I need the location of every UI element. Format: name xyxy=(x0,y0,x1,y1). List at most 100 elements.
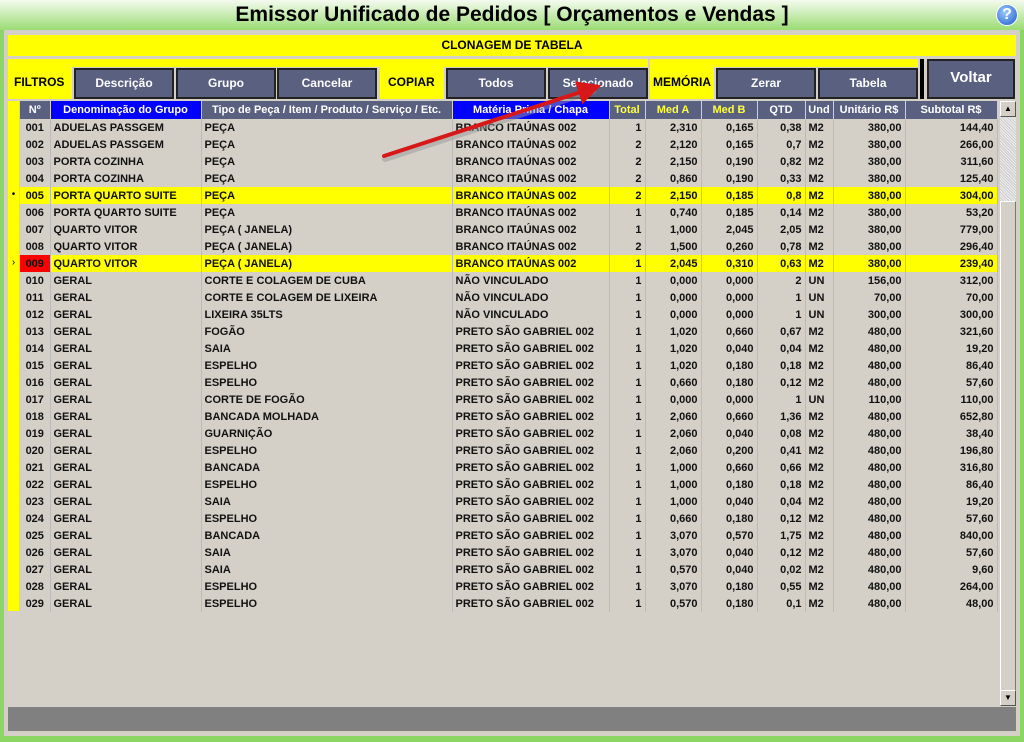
table-row[interactable]: 002 ADUELAS PASSGEM PEÇA BRANCO ITAÚNAS 002… xyxy=(20,136,998,153)
table-row[interactable]: 029 GERAL ESPELHO PRETO SÃO GABRIEL 002 1 0,5… xyxy=(20,595,998,612)
cell-und: M2 xyxy=(805,510,834,527)
window-title: Emissor Unificado de Pedidos [ Orçamento… xyxy=(235,3,789,26)
cell-qtd: 0,78 xyxy=(757,238,806,255)
cell-unitario: 480,00 xyxy=(833,323,906,340)
voltar-button[interactable]: Voltar xyxy=(927,59,1015,99)
scroll-down-icon[interactable]: ▼ xyxy=(1000,690,1016,706)
table-row[interactable]: 019 GERAL GUARNIÇÃO PRETO SÃO GABRIEL 002 1 2… xyxy=(20,425,998,442)
cell-materia: BRANCO ITAÚNAS 002 xyxy=(452,136,610,153)
cell-denominacao: PORTA COZINHA xyxy=(50,153,202,170)
cell-und: M2 xyxy=(805,119,834,136)
cell-tipo: SAIA xyxy=(201,561,453,578)
column-header-total[interactable]: Total xyxy=(609,101,646,119)
column-header-med-b[interactable]: Med B xyxy=(701,101,758,119)
cell-denominacao: GERAL xyxy=(50,425,202,442)
cancelar-button[interactable]: Cancelar xyxy=(277,68,377,99)
cell-unitario: 480,00 xyxy=(833,408,906,425)
cell-materia: NÃO VINCULADO xyxy=(452,289,610,306)
table-row[interactable]: 010 GERAL CORTE E COLAGEM DE CUBA NÃO VINCU… xyxy=(20,272,998,289)
data-grid: • › Nº Denominação do Grupo Tipo de Peça / … xyxy=(8,101,999,706)
cell-med-b: 0,165 xyxy=(701,136,758,153)
cell-numero: 025 xyxy=(20,527,51,544)
table-row[interactable]: 026 GERAL SAIA PRETO SÃO GABRIEL 002 1 3,070 0… xyxy=(20,544,998,561)
cell-denominacao: GERAL xyxy=(50,493,202,510)
scroll-up-icon[interactable]: ▲ xyxy=(1000,101,1016,117)
column-header-med-a[interactable]: Med A xyxy=(645,101,702,119)
table-row[interactable]: 006 PORTA QUARTO SUITE PEÇA BRANCO ITAÚNAS … xyxy=(20,204,998,221)
cell-und: M2 xyxy=(805,578,834,595)
column-header-und[interactable]: Und xyxy=(805,101,834,119)
cell-med-b: 0,190 xyxy=(701,170,758,187)
table-row[interactable]: 007 QUARTO VITOR PEÇA ( JANELA) BRANCO ITAÚ… xyxy=(20,221,998,238)
cell-unitario: 480,00 xyxy=(833,578,906,595)
cell-unitario: 380,00 xyxy=(833,136,906,153)
table-row[interactable]: 013 GERAL FOGÃO PRETO SÃO GABRIEL 002 1 1,020… xyxy=(20,323,998,340)
cell-subtotal: 316,80 xyxy=(905,459,998,476)
cell-denominacao: GERAL xyxy=(50,510,202,527)
column-header-subtotal[interactable]: Subtotal R$ xyxy=(905,101,998,119)
cell-materia: PRETO SÃO GABRIEL 002 xyxy=(452,544,610,561)
table-row[interactable]: 001 ADUELAS PASSGEM PEÇA BRANCO ITAÚNAS 002… xyxy=(20,119,998,136)
table-row[interactable]: 017 GERAL CORTE DE FOGÃO PRETO SÃO GABRIEL … xyxy=(20,391,998,408)
table-row[interactable]: 014 GERAL SAIA PRETO SÃO GABRIEL 002 1 1,020 0… xyxy=(20,340,998,357)
tabela-button[interactable]: Tabela xyxy=(818,68,918,99)
cell-unitario: 480,00 xyxy=(833,510,906,527)
column-header-denominacao[interactable]: Denominação do Grupo xyxy=(50,101,202,119)
cell-unitario: 480,00 xyxy=(833,561,906,578)
table-row[interactable]: 012 GERAL LIXEIRA 35LTS NÃO VINCULADO 1 0,000… xyxy=(20,306,998,323)
selecionado-button[interactable]: Selecionado xyxy=(548,68,648,99)
cell-qtd: 2 xyxy=(757,272,806,289)
todos-button[interactable]: Todos xyxy=(446,68,546,99)
cell-total: 1 xyxy=(609,340,646,357)
cell-med-b: 0,040 xyxy=(701,340,758,357)
column-header-materia[interactable]: Matéria Prima / Chapa xyxy=(452,101,610,119)
table-row[interactable]: 023 GERAL SAIA PRETO SÃO GABRIEL 002 1 1,000 0… xyxy=(20,493,998,510)
help-icon[interactable]: ? xyxy=(996,4,1018,26)
cell-subtotal: 19,20 xyxy=(905,340,998,357)
cell-denominacao: GERAL xyxy=(50,595,202,612)
column-header-qtd[interactable]: QTD xyxy=(757,101,806,119)
table-row[interactable]: 009 QUARTO VITOR PEÇA ( JANELA) BRANCO ITAÚ… xyxy=(20,255,998,272)
table-row[interactable]: 003 PORTA COZINHA PEÇA BRANCO ITAÚNAS 002 2 2… xyxy=(20,153,998,170)
table-row[interactable]: 005 PORTA QUARTO SUITE PEÇA BRANCO ITAÚNAS … xyxy=(20,187,998,204)
table-row[interactable]: 020 GERAL ESPELHO PRETO SÃO GABRIEL 002 1 2,0… xyxy=(20,442,998,459)
cell-tipo: PEÇA xyxy=(201,119,453,136)
vertical-scrollbar[interactable]: ▲ ▼ xyxy=(1000,101,1016,706)
cell-unitario: 480,00 xyxy=(833,357,906,374)
scroll-thumb[interactable] xyxy=(1000,201,1016,691)
table-row[interactable]: 016 GERAL ESPELHO PRETO SÃO GABRIEL 002 1 0,6… xyxy=(20,374,998,391)
column-header-numero[interactable]: Nº xyxy=(20,101,51,119)
table-row[interactable]: 004 PORTA COZINHA PEÇA BRANCO ITAÚNAS 002 2 0… xyxy=(20,170,998,187)
table-row[interactable]: 027 GERAL SAIA PRETO SÃO GABRIEL 002 1 0,570 0… xyxy=(20,561,998,578)
cell-und: M2 xyxy=(805,527,834,544)
descricao-button[interactable]: Descrição xyxy=(74,68,174,99)
table-row[interactable]: 022 GERAL ESPELHO PRETO SÃO GABRIEL 002 1 1,0… xyxy=(20,476,998,493)
cell-denominacao: GERAL xyxy=(50,442,202,459)
zerar-button[interactable]: Zerar xyxy=(716,68,816,99)
cell-med-b: 0,185 xyxy=(701,187,758,204)
table-row[interactable]: 008 QUARTO VITOR PEÇA ( JANELA) BRANCO ITAÚ… xyxy=(20,238,998,255)
table-row[interactable]: 015 GERAL ESPELHO PRETO SÃO GABRIEL 002 1 1,0… xyxy=(20,357,998,374)
table-row[interactable]: 024 GERAL ESPELHO PRETO SÃO GABRIEL 002 1 0,6… xyxy=(20,510,998,527)
current-row-icon: › xyxy=(11,257,16,268)
cell-qtd: 0,02 xyxy=(757,561,806,578)
cell-numero: 022 xyxy=(20,476,51,493)
cell-med-a: 0,660 xyxy=(645,374,702,391)
cell-med-a: 0,860 xyxy=(645,170,702,187)
cell-total: 1 xyxy=(609,476,646,493)
cell-numero: 017 xyxy=(20,391,51,408)
grupo-button[interactable]: Grupo xyxy=(176,68,276,99)
cell-med-a: 1,500 xyxy=(645,238,702,255)
table-row[interactable]: 025 GERAL BANCADA PRETO SÃO GABRIEL 002 1 3,0… xyxy=(20,527,998,544)
cell-und: M2 xyxy=(805,323,834,340)
cell-denominacao: GERAL xyxy=(50,561,202,578)
column-header-unitario[interactable]: Unitário R$ xyxy=(833,101,906,119)
column-header-tipo[interactable]: Tipo de Peça / Item / Produto / Serviço … xyxy=(201,101,453,119)
table-row[interactable]: 028 GERAL ESPELHO PRETO SÃO GABRIEL 002 1 3,0… xyxy=(20,578,998,595)
table-row[interactable]: 018 GERAL BANCADA MOLHADA PRETO SÃO GABRIEL… xyxy=(20,408,998,425)
cell-materia: NÃO VINCULADO xyxy=(452,306,610,323)
table-row[interactable]: 011 GERAL CORTE E COLAGEM DE LIXEIRA NÃO VI… xyxy=(20,289,998,306)
cell-tipo: SAIA xyxy=(201,493,453,510)
cell-denominacao: PORTA QUARTO SUITE xyxy=(50,187,202,204)
table-row[interactable]: 021 GERAL BANCADA PRETO SÃO GABRIEL 002 1 1,0… xyxy=(20,459,998,476)
